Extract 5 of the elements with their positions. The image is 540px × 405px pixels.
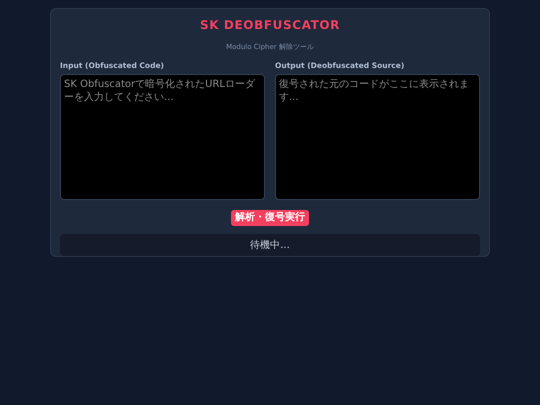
code-field[interactable]: 復号された元のコードがここに表示されます... — [275, 74, 480, 200]
app-title: SK DEOBFUSCATOR — [199, 17, 341, 33]
decode-button[interactable]: 解析・復号実行 — [231, 210, 309, 226]
status-text: 待機中... — [250, 238, 290, 252]
code-field[interactable]: SK Obfuscatorで暗号化されたURLローダーを入力してください... — [60, 74, 265, 200]
